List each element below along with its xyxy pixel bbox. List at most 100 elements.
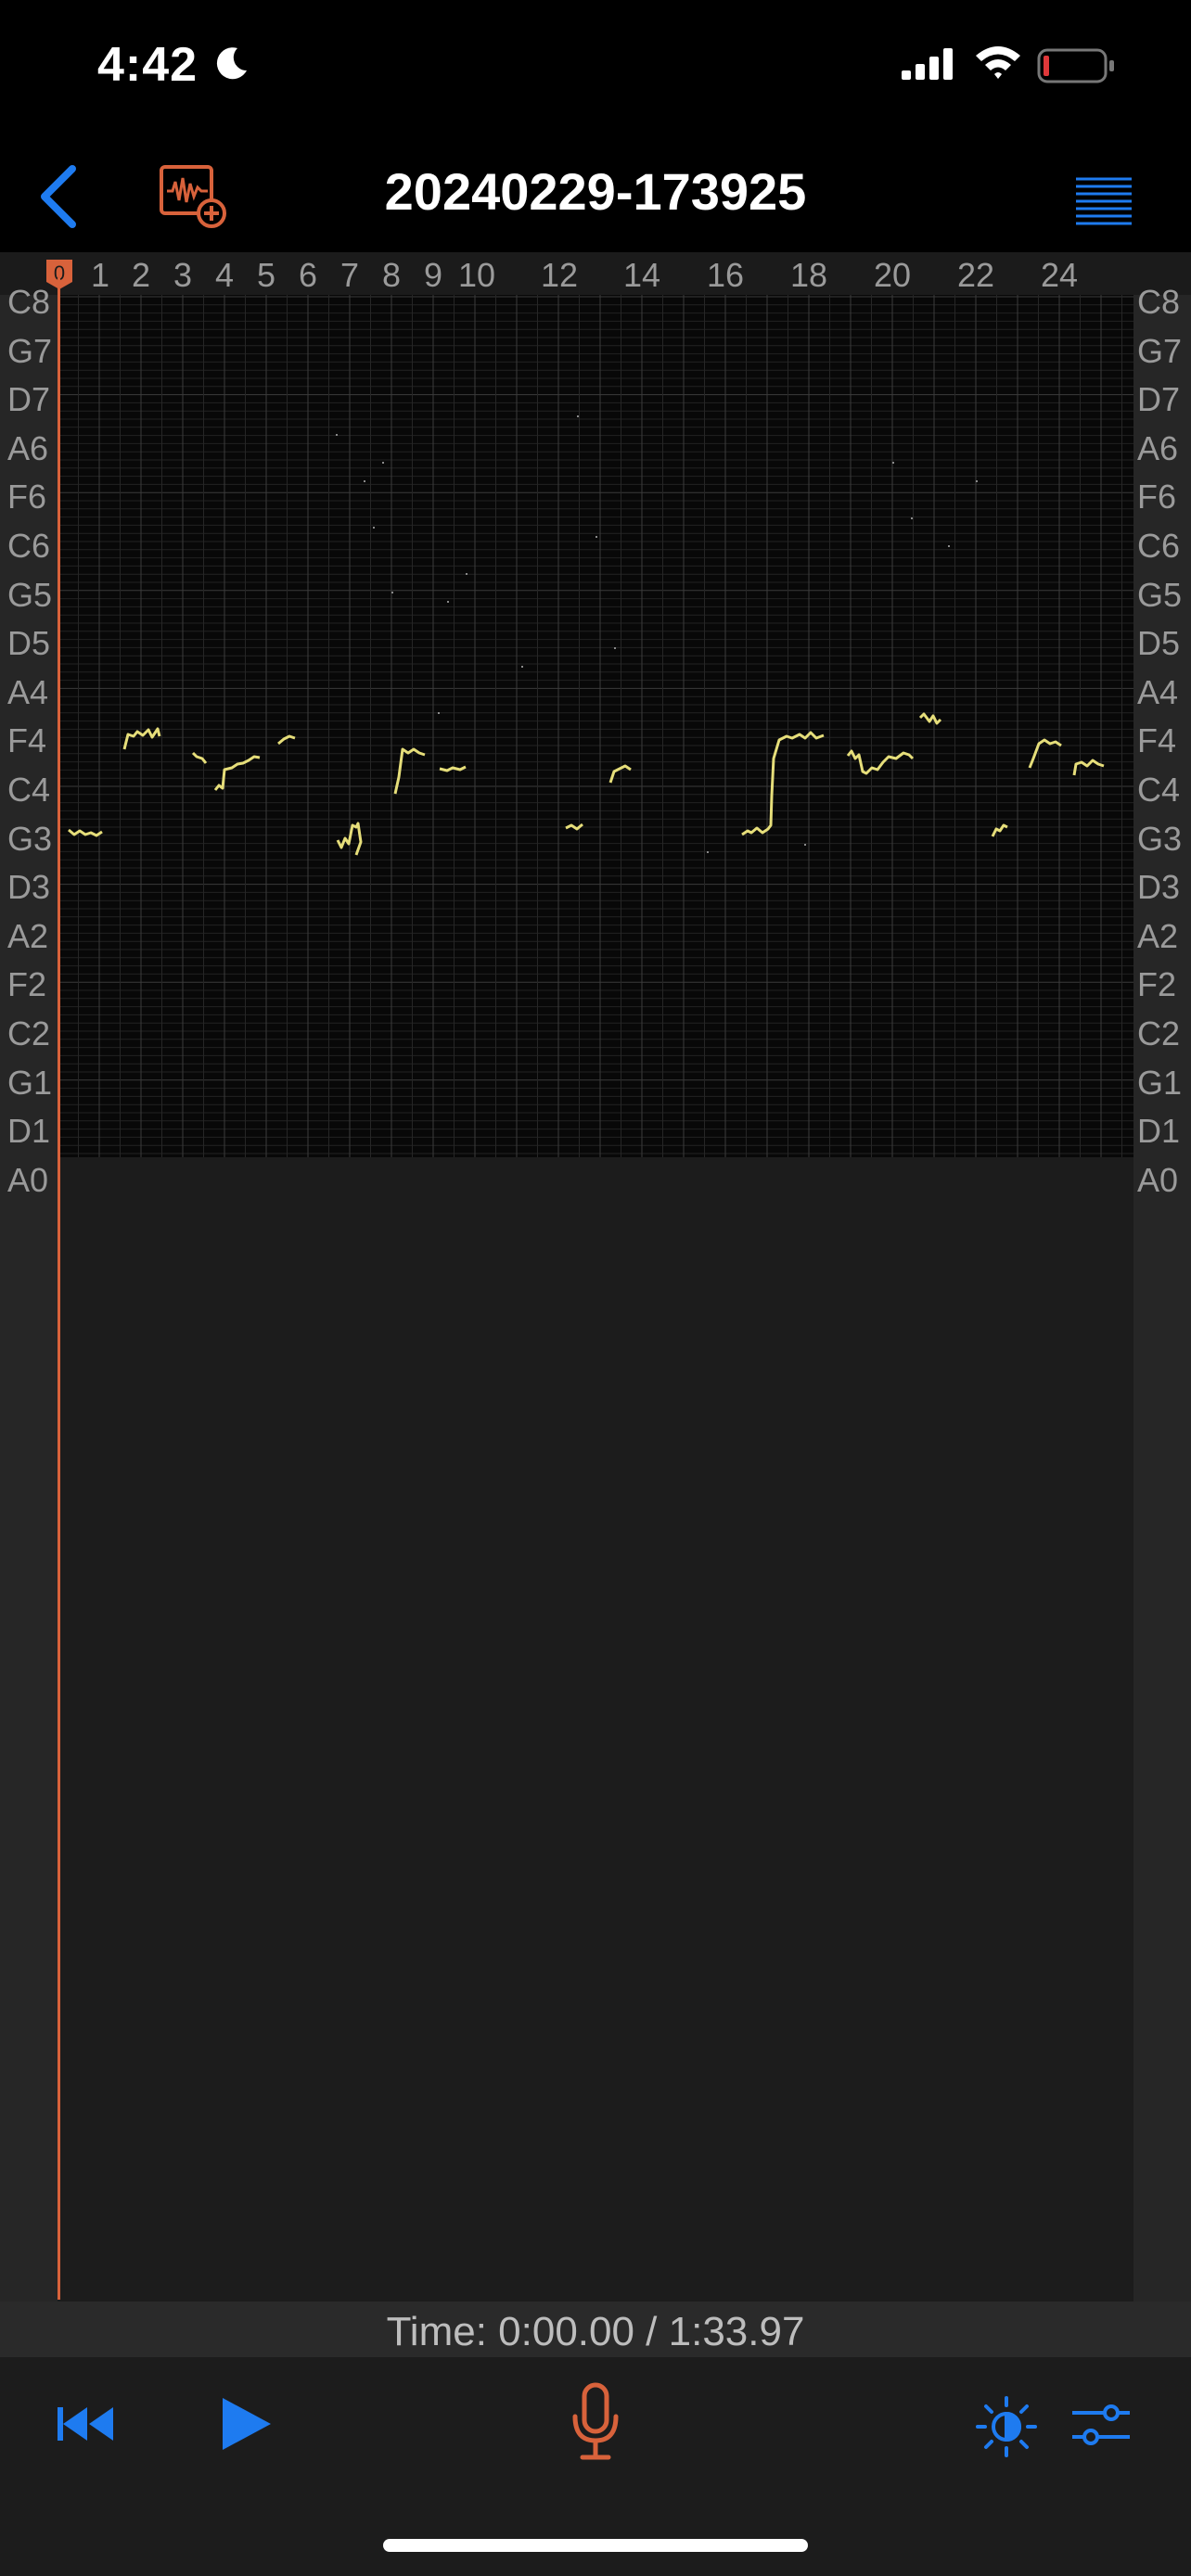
note-label: A6 xyxy=(7,428,49,467)
note-label: D5 xyxy=(7,624,51,663)
note-label: D3 xyxy=(1137,868,1181,907)
note-label: C6 xyxy=(7,527,51,565)
nav-bar: 20240229-173925 xyxy=(0,139,1191,252)
note-label: D1 xyxy=(1137,1112,1181,1151)
noise-dot xyxy=(976,480,978,482)
noise-dot xyxy=(466,573,467,575)
status-bar: 4:42 xyxy=(0,0,1191,139)
wifi-icon xyxy=(976,46,1020,79)
note-label: D1 xyxy=(7,1112,51,1151)
brightness-button[interactable] xyxy=(974,2394,1039,2459)
pitch-graph[interactable] xyxy=(58,295,1133,1157)
ruler-label: 24 xyxy=(1040,256,1079,294)
pitch-trace xyxy=(565,823,583,831)
noise-dot xyxy=(596,536,597,538)
pitch-trace xyxy=(393,747,426,795)
ruler-label: 5 xyxy=(256,256,276,294)
note-label: F2 xyxy=(7,965,47,1004)
status-time: 4:42 xyxy=(97,38,198,92)
noise-dot xyxy=(892,462,894,464)
note-label: F6 xyxy=(7,478,47,516)
ruler-label: 4 xyxy=(214,256,235,294)
cellular-signal-icon xyxy=(902,48,953,80)
note-label: A6 xyxy=(1137,428,1179,467)
note-label: A0 xyxy=(1137,1160,1179,1199)
note-label: C6 xyxy=(1137,527,1181,565)
microphone-icon xyxy=(572,2382,619,2460)
note-scale-left: C8 G7 D7 A6 F6 C6 G5 D5 A4 F4 C4 G3 D3 A2 F2 C2 G1 D1 A0 xyxy=(0,283,58,2302)
play-button[interactable] xyxy=(219,2394,275,2454)
noise-dot xyxy=(804,844,806,846)
note-label: G3 xyxy=(1137,819,1183,858)
sliders-icon xyxy=(1072,2404,1130,2445)
ruler-label: 12 xyxy=(540,256,579,294)
play-icon xyxy=(223,2398,271,2450)
rewind-icon xyxy=(58,2407,113,2441)
menu-button[interactable] xyxy=(1071,162,1136,236)
note-label: C8 xyxy=(1137,283,1181,321)
ruler-label: 7 xyxy=(339,256,360,294)
battery-low-icon xyxy=(1037,48,1114,83)
playback-time: Time: 0:00.00 / 1:33.97 xyxy=(386,2309,805,2354)
ruler-label: 20 xyxy=(873,256,912,294)
note-label: F6 xyxy=(1137,478,1177,516)
recording-title: 20240229-173925 xyxy=(384,162,807,221)
note-label: F4 xyxy=(1137,721,1177,760)
note-label: D7 xyxy=(1137,380,1181,419)
noise-dot xyxy=(438,712,440,714)
ruler-label: 22 xyxy=(956,256,995,294)
time-ruler[interactable]: 1 2 3 4 5 6 7 8 9 10 12 14 16 18 20 22 24 xyxy=(0,252,1191,296)
graph-empty-area[interactable] xyxy=(58,1157,1133,2302)
noise-dot xyxy=(382,462,384,464)
note-label: G1 xyxy=(7,1063,53,1102)
rewind-button[interactable] xyxy=(54,2396,119,2452)
brightness-icon xyxy=(976,2396,1037,2457)
note-label: C2 xyxy=(1137,1014,1181,1052)
ruler-label: 3 xyxy=(173,256,193,294)
note-label: D3 xyxy=(7,868,51,907)
noise-dot xyxy=(447,601,449,603)
note-label: G3 xyxy=(7,819,53,858)
noise-dot xyxy=(577,415,579,417)
note-label: C4 xyxy=(1137,771,1181,809)
ruler-label: 2 xyxy=(131,256,151,294)
ruler-label: 8 xyxy=(381,256,402,294)
time-bar: Time: 0:00.00 / 1:33.97 xyxy=(0,2302,1191,2357)
ruler-label: 1 xyxy=(90,256,110,294)
moon-icon xyxy=(216,47,247,80)
noise-dot xyxy=(521,666,523,668)
note-label: G5 xyxy=(1137,575,1183,614)
note-label: F4 xyxy=(7,721,47,760)
note-label: G5 xyxy=(7,575,53,614)
note-label: A4 xyxy=(1137,672,1179,711)
noise-dot xyxy=(391,592,393,593)
noise-dot xyxy=(707,851,709,853)
pitch-trace xyxy=(918,712,942,725)
pitch-grid xyxy=(58,295,1133,1157)
menu-lines-icon xyxy=(1076,177,1132,225)
note-label: G7 xyxy=(1137,331,1183,370)
ruler-label: 16 xyxy=(706,256,745,294)
noise-dot xyxy=(614,647,616,649)
note-label: D5 xyxy=(1137,624,1181,663)
settings-sliders-button[interactable] xyxy=(1070,2398,1132,2454)
ruler-label: 18 xyxy=(789,256,828,294)
note-label: A4 xyxy=(7,672,49,711)
note-label: A2 xyxy=(7,916,49,955)
record-button[interactable] xyxy=(568,2381,623,2465)
note-label: C8 xyxy=(7,283,51,321)
pitch-trace xyxy=(1072,759,1105,776)
note-label: C4 xyxy=(7,771,51,809)
note-label: A0 xyxy=(7,1160,49,1199)
note-scale-right: C8 G7 D7 A6 F6 C6 G5 D5 A4 F4 C4 G3 D3 A2 F2 C2 G1 D1 A0 xyxy=(1133,283,1191,2302)
pitch-trace xyxy=(68,828,103,837)
ruler-label: 10 xyxy=(457,256,496,294)
note-label: D7 xyxy=(7,380,51,419)
ruler-label: 14 xyxy=(622,256,661,294)
noise-dot xyxy=(948,545,950,547)
note-label: C2 xyxy=(7,1014,51,1052)
ruler-label: 6 xyxy=(298,256,318,294)
note-label: G1 xyxy=(1137,1063,1183,1102)
ruler-label: 9 xyxy=(423,256,443,294)
playhead-line[interactable] xyxy=(58,278,60,2300)
